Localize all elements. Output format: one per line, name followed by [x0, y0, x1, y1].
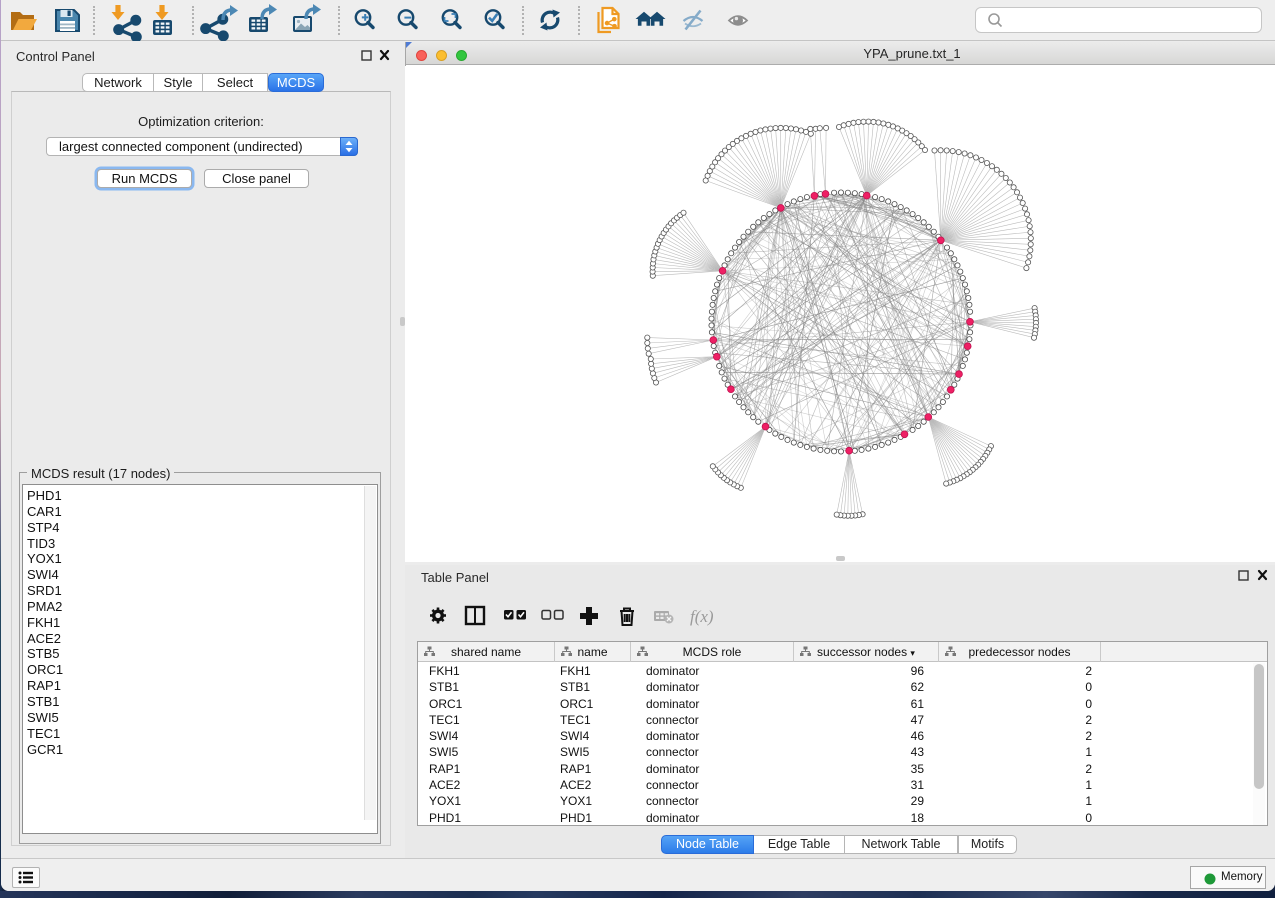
svg-text:f(x): f(x) — [690, 607, 714, 626]
